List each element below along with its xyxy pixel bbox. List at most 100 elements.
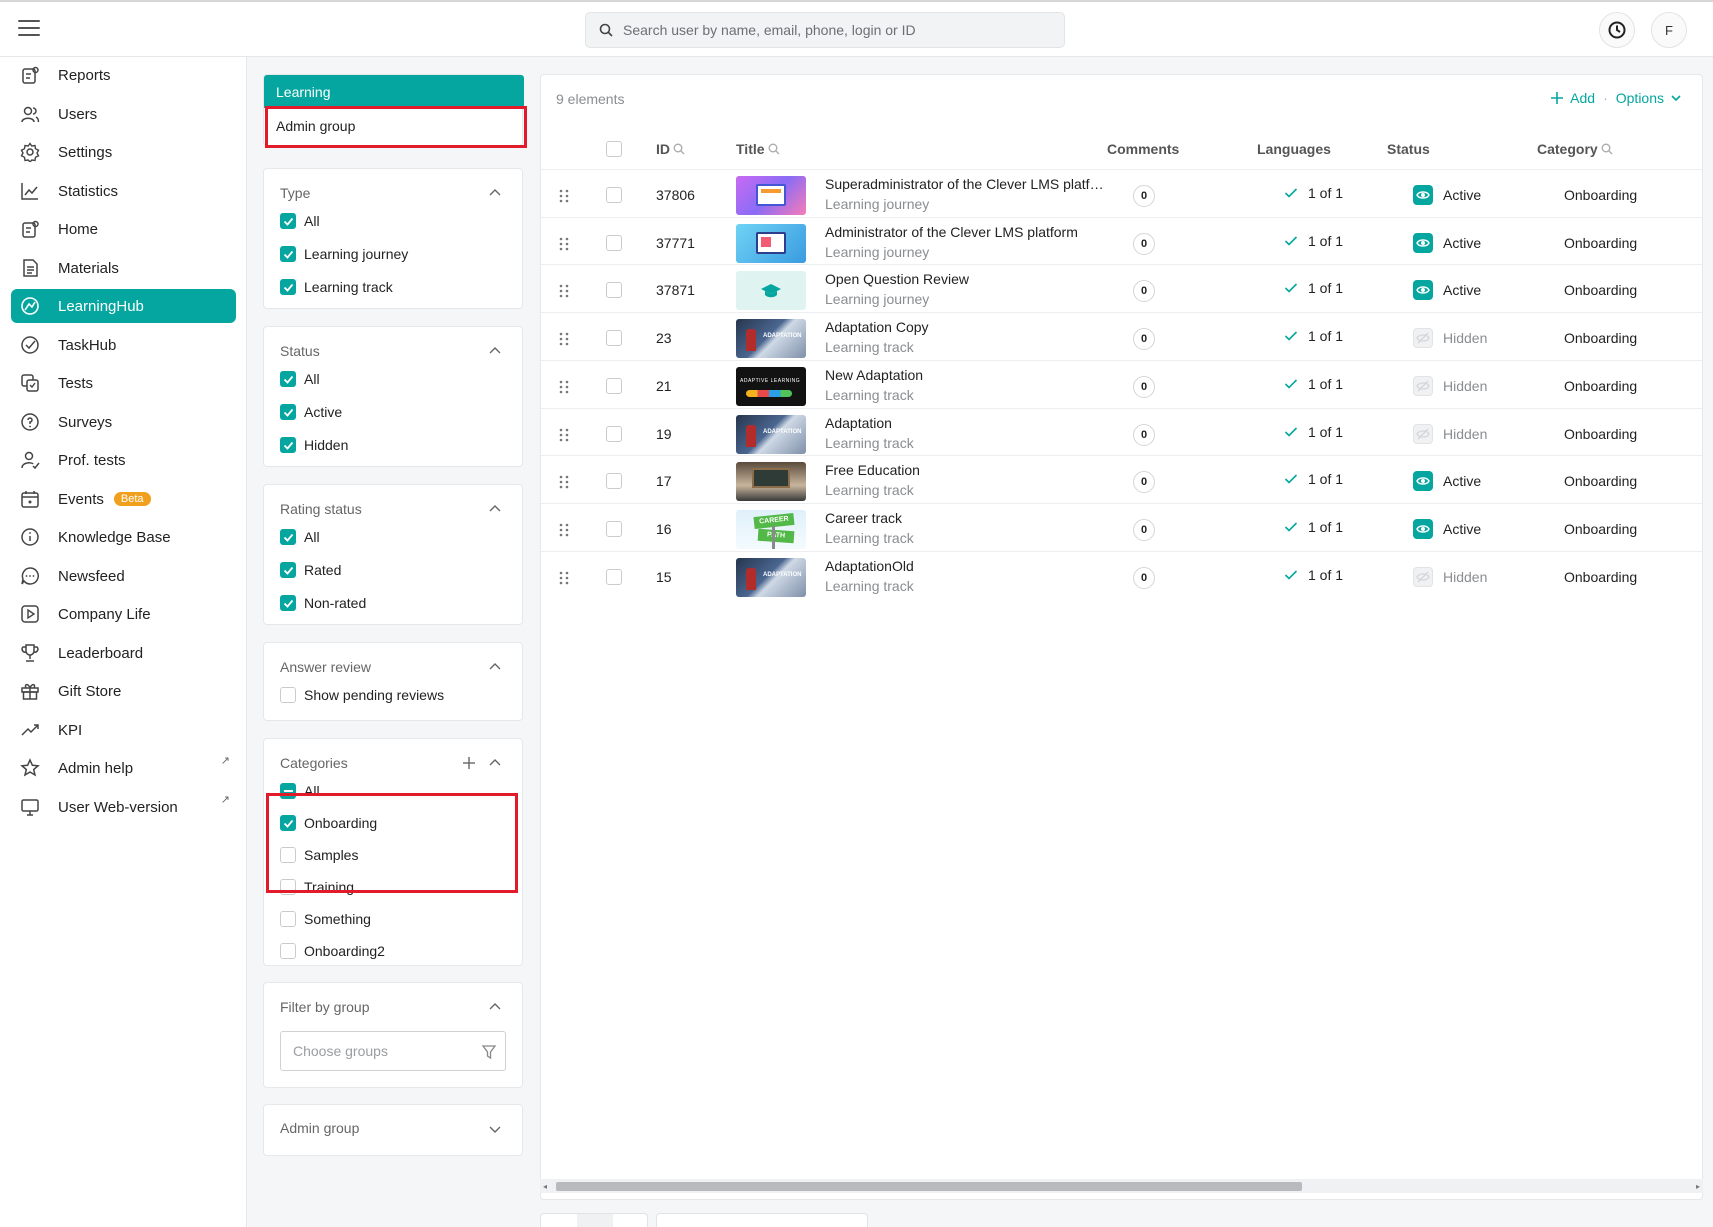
- chevron-up-icon[interactable]: [488, 502, 502, 516]
- row-title[interactable]: Adaptation: [825, 415, 1105, 431]
- checkbox[interactable]: [280, 687, 296, 703]
- table-row[interactable]: 37771 Administrator of the Clever LMS pl…: [541, 216, 1702, 269]
- select-all-checkbox[interactable]: [606, 141, 622, 157]
- horizontal-scrollbar[interactable]: ◂ ▸: [540, 1179, 1703, 1193]
- drag-handle-icon[interactable]: [559, 284, 569, 298]
- comments-count[interactable]: 0: [1133, 280, 1155, 303]
- row-title[interactable]: Superadministrator of the Clever LMS pla…: [825, 176, 1105, 192]
- drag-handle-icon[interactable]: [559, 237, 569, 251]
- plus-icon[interactable]: [462, 756, 476, 770]
- sidebar-item-reports[interactable]: Reports: [11, 58, 236, 92]
- row-title[interactable]: AdaptationOld: [825, 558, 1105, 574]
- checkbox-rating-1[interactable]: Rated: [280, 562, 341, 578]
- row-thumbnail[interactable]: [736, 176, 806, 215]
- row-title[interactable]: Open Question Review: [825, 271, 1105, 287]
- eye-off-icon[interactable]: [1413, 375, 1433, 396]
- eye-icon[interactable]: [1413, 280, 1433, 301]
- eye-icon[interactable]: [1413, 518, 1433, 539]
- checkbox[interactable]: [280, 783, 296, 799]
- row-checkbox[interactable]: [606, 234, 622, 251]
- history-button[interactable]: [1599, 12, 1635, 48]
- drag-handle-icon[interactable]: [559, 523, 569, 537]
- drag-handle-icon[interactable]: [559, 332, 569, 346]
- checkbox[interactable]: [280, 815, 296, 831]
- sidebar-item-leaderboard[interactable]: Leaderboard: [11, 636, 236, 670]
- table-row[interactable]: 21 ADAPTIVE LEARNING New Adaptation Lear…: [541, 359, 1702, 412]
- filter-icon[interactable]: [481, 1044, 497, 1060]
- sidebar-item-home[interactable]: Home: [11, 212, 236, 246]
- scrollbar-thumb[interactable]: [556, 1182, 1302, 1191]
- sidebar-item-events[interactable]: Events Beta: [11, 482, 236, 516]
- drag-handle-icon[interactable]: [559, 571, 569, 585]
- checkbox[interactable]: [280, 879, 296, 895]
- row-thumbnail[interactable]: [736, 223, 806, 263]
- checkbox[interactable]: [280, 437, 296, 453]
- checkbox[interactable]: [280, 529, 296, 545]
- tab-learning[interactable]: Learning: [264, 75, 524, 108]
- row-checkbox[interactable]: [606, 187, 622, 203]
- eye-off-icon[interactable]: [1413, 423, 1433, 444]
- checkbox[interactable]: [280, 911, 296, 927]
- comments-count[interactable]: 0: [1133, 328, 1155, 351]
- comments-count[interactable]: 0: [1133, 471, 1155, 494]
- row-thumbnail[interactable]: ADAPTATION: [736, 319, 806, 359]
- sidebar-item-surveys[interactable]: Surveys: [11, 405, 236, 439]
- chevron-up-icon[interactable]: [488, 660, 502, 674]
- page-size-select[interactable]: [656, 1213, 868, 1227]
- checkbox[interactable]: [280, 213, 296, 229]
- column-header-category[interactable]: Category: [1537, 141, 1613, 157]
- checkbox-categories-5[interactable]: Onboarding2: [280, 943, 385, 959]
- row-checkbox[interactable]: [606, 568, 622, 585]
- checkbox-rating-2[interactable]: Non-rated: [280, 595, 366, 611]
- row-checkbox[interactable]: [606, 377, 622, 394]
- comments-count[interactable]: 0: [1133, 566, 1155, 589]
- sidebar-item-learninghub[interactable]: LearningHub: [11, 289, 236, 323]
- choose-groups-input[interactable]: Choose groups: [280, 1031, 506, 1071]
- sidebar-item-settings[interactable]: Settings: [11, 135, 236, 169]
- search-icon[interactable]: [768, 143, 780, 155]
- search-input[interactable]: [623, 22, 1053, 38]
- checkbox[interactable]: [280, 279, 296, 295]
- checkbox-rating-0[interactable]: All: [280, 529, 320, 545]
- search-icon[interactable]: [673, 143, 685, 155]
- row-title[interactable]: Career track: [825, 510, 1105, 526]
- row-thumbnail[interactable]: ADAPTIVE LEARNING: [736, 366, 806, 406]
- checkbox-status-0[interactable]: All: [280, 371, 320, 387]
- pagination-page[interactable]: [577, 1214, 613, 1227]
- checkbox-status-2[interactable]: Hidden: [280, 437, 348, 453]
- tab-admin-group[interactable]: Admin group: [276, 118, 355, 134]
- eye-icon[interactable]: [1413, 185, 1433, 205]
- row-thumbnail[interactable]: ADAPTATION: [736, 414, 806, 454]
- sidebar-item-user-web-version[interactable]: User Web-version ↗: [11, 790, 236, 824]
- comments-count[interactable]: 0: [1133, 423, 1155, 446]
- row-thumbnail[interactable]: ADAPTATION: [736, 557, 806, 597]
- hamburger-menu-icon[interactable]: [18, 20, 40, 38]
- row-title[interactable]: New Adaptation: [825, 367, 1105, 383]
- row-thumbnail[interactable]: CAREER PATH: [736, 509, 806, 549]
- sidebar-item-knowledge-base[interactable]: Knowledge Base: [11, 520, 236, 554]
- checkbox[interactable]: [280, 943, 296, 959]
- table-row[interactable]: 16 CAREER PATH Career track Learning trac…: [541, 502, 1702, 555]
- sidebar-item-company-life[interactable]: Company Life: [11, 597, 236, 631]
- sidebar-item-admin-help[interactable]: Admin help ↗: [11, 751, 236, 785]
- row-checkbox[interactable]: [606, 282, 622, 299]
- checkbox-type-2[interactable]: Learning track: [280, 279, 393, 295]
- row-checkbox[interactable]: [606, 330, 622, 347]
- eye-icon[interactable]: [1413, 471, 1433, 492]
- drag-handle-icon[interactable]: [559, 428, 569, 442]
- row-title[interactable]: Administrator of the Clever LMS platform: [825, 224, 1105, 240]
- checkbox[interactable]: [280, 562, 296, 578]
- chevron-down-icon[interactable]: [488, 1122, 502, 1136]
- eye-icon[interactable]: [1413, 232, 1433, 253]
- sidebar-item-users[interactable]: Users: [11, 97, 236, 131]
- sidebar-item-taskhub[interactable]: TaskHub: [11, 328, 236, 362]
- search-icon[interactable]: [1601, 143, 1613, 155]
- checkbox-type-1[interactable]: Learning journey: [280, 246, 408, 262]
- chevron-up-icon[interactable]: [488, 186, 502, 200]
- sidebar-item-materials[interactable]: Materials: [11, 251, 236, 285]
- comments-count[interactable]: 0: [1133, 518, 1155, 541]
- row-title[interactable]: Adaptation Copy: [825, 319, 1105, 335]
- checkbox[interactable]: [280, 371, 296, 387]
- drag-handle-icon[interactable]: [559, 475, 569, 489]
- table-row[interactable]: 37806 Superadministrator of the Clever L…: [541, 169, 1702, 221]
